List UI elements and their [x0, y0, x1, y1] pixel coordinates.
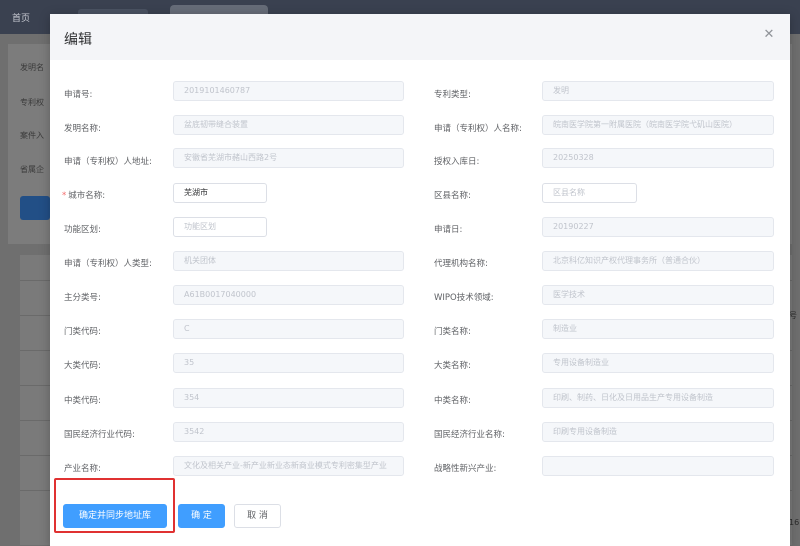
group-name-input[interactable]: 印刷、制药、日化及日用品生产专用设备制造	[542, 388, 774, 408]
field-label-section-name: 门类名称:	[434, 327, 471, 337]
division-name-input[interactable]: 专用设备制造业	[542, 353, 774, 373]
field-label-city-text: 城市名称:	[68, 191, 106, 201]
bg-search-button[interactable]	[20, 196, 50, 220]
function-zone-input[interactable]: 功能区划	[173, 217, 267, 237]
field-label-agency-name: 代理机构名称:	[434, 259, 488, 269]
field-label-district: 区县名称:	[434, 191, 471, 201]
edit-dialog: 编辑 ✕ 申请号: 2019101460787 专利类型: 发明 发明名称: 盆…	[50, 14, 790, 546]
bg-label: 案件入	[20, 131, 44, 140]
group-code-input[interactable]: 354	[173, 388, 404, 408]
field-label-applicant-type: 申请（专利权）人类型:	[64, 259, 152, 269]
bg-label: 专利权	[20, 98, 44, 107]
field-label-strategic-industry: 战略性新兴产业:	[434, 464, 497, 474]
field-label-grant-date: 授权入库日:	[434, 157, 480, 167]
field-label-application-no: 申请号:	[64, 90, 93, 100]
field-label-city: * 城市名称:	[62, 189, 105, 201]
field-label-division-code: 大类代码:	[64, 361, 101, 371]
nav-home[interactable]: 首页	[12, 11, 30, 24]
sector-name-input[interactable]: 文化及相关产业-新产业新业态新商业模式专利密集型产业	[173, 456, 404, 476]
industry-code-input[interactable]: 3542	[173, 422, 404, 442]
invention-name-input[interactable]: 盆底韧带缝合装置	[173, 115, 404, 135]
confirm-button[interactable]: 确 定	[178, 504, 225, 528]
field-label-application-date: 申请日:	[434, 225, 463, 235]
applicant-address-input[interactable]: 安徽省芜湖市赭山西路2号	[173, 148, 404, 168]
field-label-section-code: 门类代码:	[64, 327, 101, 337]
grant-date-input[interactable]: 20250328	[542, 148, 774, 168]
cancel-button[interactable]: 取 消	[234, 504, 281, 528]
field-label-group-code: 中类代码:	[64, 396, 101, 406]
field-label-wipo-field: WIPO技术领域:	[434, 293, 494, 303]
close-icon[interactable]: ✕	[762, 28, 776, 42]
dialog-title: 编辑	[64, 32, 92, 48]
patent-type-input[interactable]: 发明	[542, 81, 774, 101]
field-label-patent-type: 专利类型:	[434, 90, 471, 100]
applicant-name-input[interactable]: 皖南医学院第一附属医院（皖南医学院弋矶山医院）	[542, 115, 774, 135]
field-label-invention-name: 发明名称:	[64, 124, 101, 134]
section-name-input[interactable]: 制造业	[542, 319, 774, 339]
main-class-input[interactable]: A61B0017040000	[173, 285, 404, 305]
field-label-industry-name: 国民经济行业名称:	[434, 430, 505, 440]
bg-label: 省属企	[20, 165, 44, 174]
required-mark: *	[62, 191, 67, 201]
field-label-main-class: 主分类号:	[64, 293, 101, 303]
field-label-division-name: 大类名称:	[434, 361, 471, 371]
division-code-input[interactable]: 35	[173, 353, 404, 373]
bg-label: 发明名	[20, 63, 44, 72]
field-label-sector-name: 产业名称:	[64, 464, 101, 474]
section-code-input[interactable]: C	[173, 319, 404, 339]
industry-name-input[interactable]: 印刷专用设备制造	[542, 422, 774, 442]
field-label-industry-code: 国民经济行业代码:	[64, 430, 135, 440]
district-input[interactable]: 区县名称	[542, 183, 637, 203]
application-no-input[interactable]: 2019101460787	[173, 81, 404, 101]
wipo-field-input[interactable]: 医学技术	[542, 285, 774, 305]
city-input[interactable]: 芜湖市	[173, 183, 267, 203]
dialog-header: 编辑 ✕	[50, 14, 790, 60]
field-label-function-zone: 功能区划:	[64, 225, 101, 235]
confirm-sync-address-button[interactable]: 确定并同步地址库	[63, 504, 167, 528]
field-label-applicant-address: 申请（专利权）人地址:	[64, 157, 152, 167]
agency-name-input[interactable]: 北京科亿知识产权代理事务所（普通合伙）	[542, 251, 774, 271]
applicant-type-input[interactable]: 机关团体	[173, 251, 404, 271]
strategic-industry-input[interactable]	[542, 456, 774, 476]
field-label-group-name: 中类名称:	[434, 396, 471, 406]
field-label-applicant-name: 申请（专利权）人名称:	[434, 124, 522, 134]
application-date-input[interactable]: 20190227	[542, 217, 774, 237]
